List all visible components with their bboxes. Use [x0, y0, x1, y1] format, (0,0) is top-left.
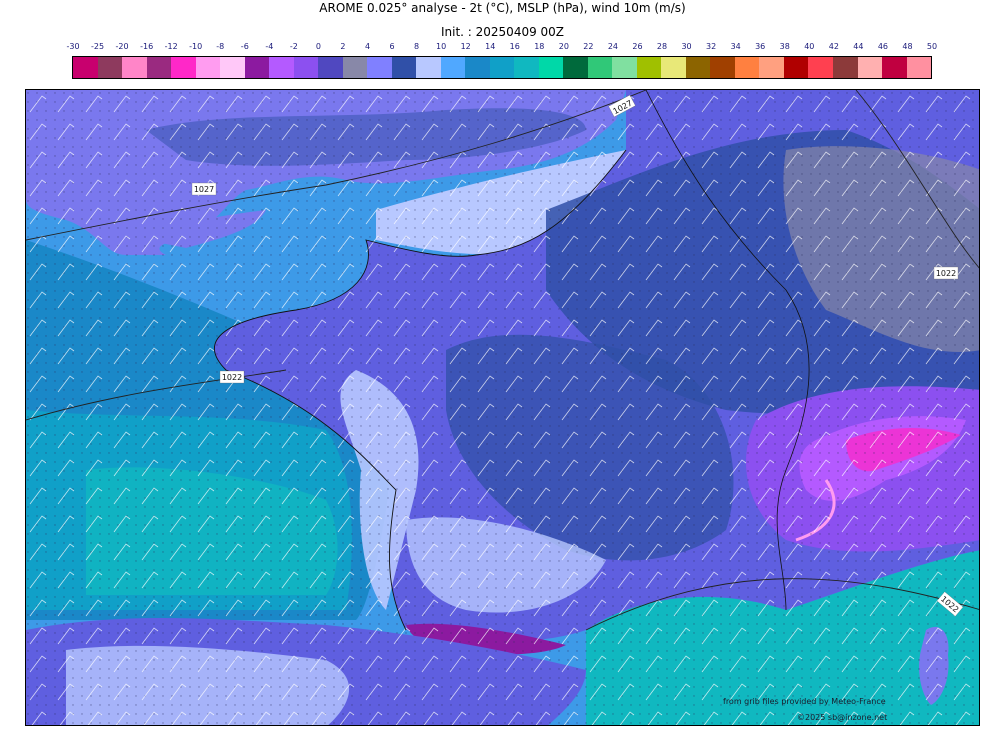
isobar-label: 1022: [933, 266, 959, 280]
colorbar-cell: [195, 57, 221, 78]
colorbar-cell: [538, 57, 564, 78]
colorbar-cell: [906, 57, 932, 78]
colorbar-tick-label: 8: [414, 42, 420, 51]
colorbar-tick-label: -30: [66, 42, 80, 51]
colorbar-tick-label: 12: [460, 42, 471, 51]
colorbar-tick-label: 0: [315, 42, 321, 51]
colorbar-cell: [416, 57, 441, 78]
colorbar-cell: [146, 57, 172, 78]
temperature-colorbar: [72, 56, 932, 79]
colorbar-cell: [342, 57, 368, 78]
colorbar-cell: [563, 57, 588, 78]
colorbar-tick-label: 36: [755, 42, 766, 51]
colorbar-tick-label: 2: [340, 42, 346, 51]
source-credit: from grib files provided by Meteo-France: [723, 697, 886, 706]
colorbar-tick-label: 30: [681, 42, 692, 51]
colorbar-tick-labels: -30 -25 -20 -16 -12 -10 -8 -6 -4 -2 0 2 4 6 8 10 12 14 16 1…: [66, 42, 937, 54]
colorbar-tick-label: 24: [607, 42, 619, 51]
colorbar-cell: [685, 57, 711, 78]
colorbar-cell: [465, 57, 490, 78]
colorbar-tick-label: -25: [90, 42, 105, 51]
colorbar-tick-label: 32: [706, 42, 717, 51]
colorbar-cell: [244, 57, 270, 78]
colorbar-tick-label: 44: [853, 42, 864, 51]
colorbar-cell: [882, 57, 907, 78]
colorbar-tick-label: 46: [877, 42, 888, 51]
colorbar-cell: [661, 57, 686, 78]
colorbar-cell: [391, 57, 417, 78]
colorbar-tick-label: -16: [140, 42, 154, 51]
colorbar-tick-label: -6: [240, 42, 249, 51]
colorbar-cell: [734, 57, 760, 78]
colorbar-tick-label: 10: [436, 42, 447, 51]
colorbar-cell: [808, 57, 833, 78]
colorbar-tick-label: 28: [656, 42, 668, 51]
colorbar-tick-label: 40: [804, 42, 815, 51]
colorbar-tick-label: -12: [164, 42, 178, 51]
colorbar-cell: [832, 57, 858, 78]
colorbar-cell: [97, 57, 123, 78]
svg-text:1022: 1022: [222, 373, 242, 382]
isobar-label: 1022: [219, 370, 245, 384]
colorbar-tick-label: -2: [289, 42, 298, 51]
colorbar-cell: [783, 57, 809, 78]
svg-text:1022: 1022: [936, 269, 956, 278]
colorbar-tick-label: 20: [558, 42, 569, 51]
colorbar-cell: [759, 57, 784, 78]
map-canvas: 1027 1027 1022 1022 1022: [26, 90, 979, 725]
wind-barbs: [26, 90, 979, 725]
weather-map[interactable]: 1027 1027 1022 1022 1022: [25, 89, 980, 726]
colorbar-tick-label: 26: [632, 42, 643, 51]
colorbar-cell: [489, 57, 515, 78]
chart-title: AROME 0.025° analyse - 2t (°C), MSLP (hP…: [319, 1, 686, 15]
colorbar-tick-label: 4: [364, 42, 371, 51]
colorbar-cell: [514, 57, 539, 78]
colorbar-cell: [857, 57, 883, 78]
colorbar-tick-label: 50: [926, 42, 938, 51]
colorbar-tick-label: 34: [730, 42, 741, 51]
colorbar-cell: [220, 57, 245, 78]
svg-text:1027: 1027: [194, 185, 214, 194]
colorbar-cell: [293, 57, 319, 78]
colorbar-tick-label: 14: [485, 42, 496, 51]
colorbar-tick-label: -4: [265, 42, 274, 51]
colorbar-tick-label: -20: [115, 42, 129, 51]
colorbar-tick-label: 16: [509, 42, 520, 51]
colorbar-tick-label: -8: [216, 42, 225, 51]
colorbar-tick-label: 38: [779, 42, 790, 51]
colorbar-cell: [710, 57, 735, 78]
colorbar-tick-label: 42: [828, 42, 839, 51]
colorbar-cell: [587, 57, 613, 78]
colorbar-cell: [73, 57, 98, 78]
colorbar-cell: [367, 57, 392, 78]
colorbar-cell: [171, 57, 196, 78]
colorbar-tick-label: 18: [534, 42, 545, 51]
colorbar-cell: [636, 57, 662, 78]
colorbar-tick-label: 6: [389, 42, 395, 51]
colorbar-cell: [318, 57, 343, 78]
colorbar-cell: [440, 57, 466, 78]
colorbar-cell: [269, 57, 294, 78]
isobar-label: 1027: [191, 182, 217, 196]
copyright-credit: ©2025 sb@inzone.net: [797, 713, 888, 722]
colorbar-tick-label: -10: [189, 42, 203, 51]
init-time: Init. : 20250409 00Z: [440, 25, 565, 39]
colorbar-tick-label: 48: [902, 42, 913, 51]
colorbar-tick-label: 22: [583, 42, 594, 51]
colorbar-cell: [122, 57, 147, 78]
colorbar-cell: [612, 57, 637, 78]
